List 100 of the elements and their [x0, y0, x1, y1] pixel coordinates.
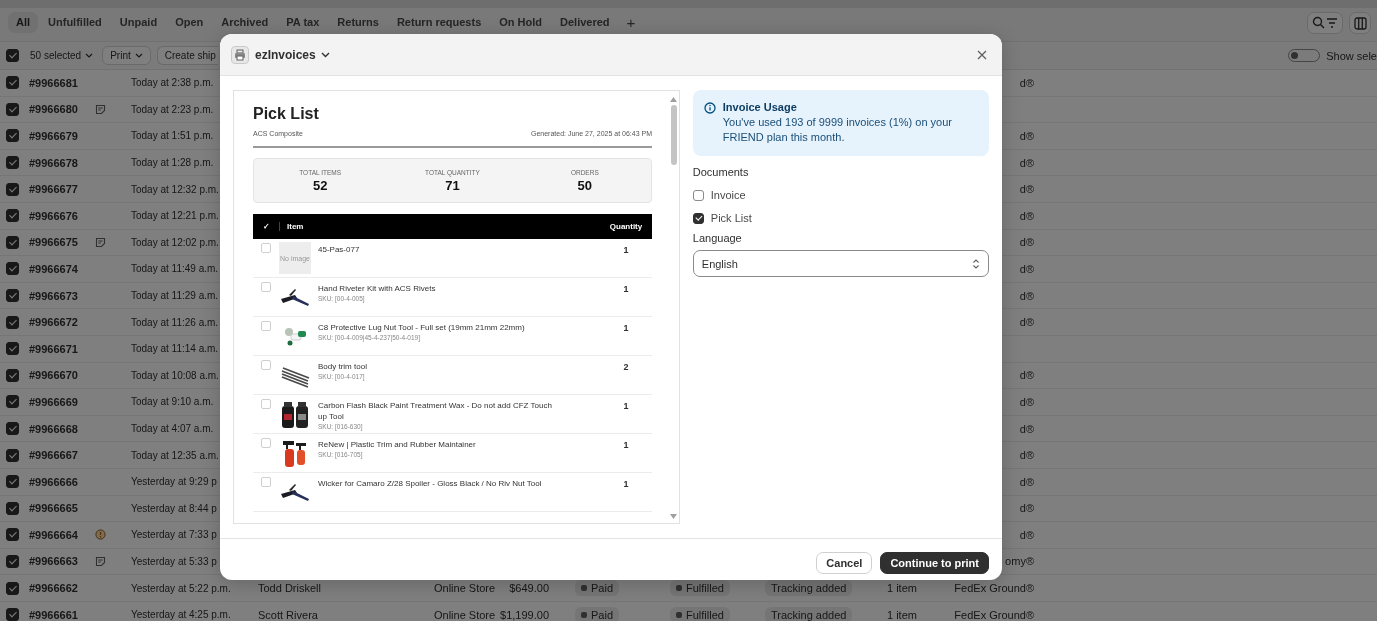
app-switcher[interactable]: ezInvoices	[255, 47, 330, 62]
close-icon[interactable]	[977, 49, 987, 60]
row-checkbox[interactable]	[6, 342, 19, 356]
shipping-method: d®	[1019, 502, 1034, 515]
item-checkbox[interactable]	[261, 360, 271, 370]
row-checkbox[interactable]	[6, 422, 19, 435]
order-number[interactable]: #9966673	[29, 289, 95, 302]
order-date: Yesterday at 5:33 p	[131, 556, 218, 567]
item-checkbox[interactable]	[261, 321, 271, 331]
shipping-method: d®	[1019, 156, 1034, 169]
order-date: Yesterday at 4:25 p.m.	[131, 609, 232, 621]
order-number[interactable]: #9966678	[29, 156, 95, 169]
row-checkbox[interactable]	[6, 368, 19, 382]
row-checkbox[interactable]	[6, 528, 19, 542]
document-checkbox[interactable]: Pick List	[692, 212, 752, 224]
filter-tab[interactable]: PA tax	[278, 12, 328, 33]
filter-tab[interactable]: Unfulfilled	[40, 12, 110, 33]
row-checkbox[interactable]	[6, 581, 19, 595]
row-checkbox[interactable]	[6, 315, 19, 329]
selected-count-dropdown[interactable]: 50 selected	[27, 46, 97, 65]
row-checkbox[interactable]	[6, 129, 19, 143]
stat-value: 52	[312, 177, 328, 193]
order-number[interactable]: #9966669	[29, 395, 95, 408]
order-number[interactable]: #9966676	[29, 209, 95, 222]
item-checkbox[interactable]	[261, 399, 271, 409]
row-checkbox[interactable]	[6, 608, 19, 621]
print-dropdown[interactable]: Print	[102, 46, 151, 65]
filter-tab[interactable]: Unpaid	[111, 12, 166, 33]
item-quantity: 1	[622, 478, 630, 489]
order-number[interactable]: #9966679	[29, 130, 95, 142]
row-checkbox[interactable]	[6, 76, 19, 90]
language-select[interactable]: English	[692, 250, 989, 277]
order-number[interactable]: #9966661	[29, 608, 95, 621]
payment-status-badge: Paid	[575, 606, 620, 621]
select-all-checkbox[interactable]	[6, 49, 19, 62]
filter-tab[interactable]: All	[8, 12, 39, 33]
columns-button[interactable]	[1349, 12, 1371, 34]
order-number[interactable]: #9966674	[29, 262, 95, 275]
order-number[interactable]: #9966672	[29, 316, 95, 329]
order-date: Today at 12:32 p.m.	[131, 183, 220, 195]
order-number[interactable]: #9966670	[29, 369, 95, 382]
order-number[interactable]: #9966671	[29, 342, 95, 355]
filter-tab[interactable]: Open	[167, 12, 212, 33]
row-checkbox[interactable]	[6, 475, 19, 489]
shipping-method: d®	[1019, 289, 1034, 302]
filter-tab[interactable]: Delivered	[552, 12, 618, 33]
order-number[interactable]: #9966675	[29, 236, 95, 249]
order-number[interactable]: #9966677	[29, 183, 95, 196]
add-tab-button[interactable]: +	[619, 16, 643, 29]
caret-icon	[320, 51, 330, 58]
filter-tab[interactable]: Returns	[329, 12, 387, 33]
item-checkbox[interactable]	[261, 243, 271, 253]
item-name: Wicker for Camaro Z/28 Spoiler - Gloss Black / No Riv Nut Tool	[318, 478, 543, 489]
order-date: Yesterday at 7:33 p	[131, 529, 218, 541]
order-number[interactable]: #9966668	[29, 422, 95, 435]
row-checkbox[interactable]	[6, 209, 19, 223]
order-number[interactable]: #9966666	[29, 475, 95, 488]
shipping-method: d®	[1019, 449, 1034, 462]
filter-tab[interactable]: Return requests	[388, 12, 490, 33]
row-checkbox[interactable]	[6, 555, 19, 568]
item-checkbox[interactable]	[261, 477, 271, 487]
order-number[interactable]: #9966662	[29, 582, 95, 595]
order-number[interactable]: #9966664	[29, 528, 95, 541]
item-checkbox[interactable]	[261, 438, 271, 448]
order-number[interactable]: #9966680	[29, 103, 95, 116]
row-checkbox[interactable]	[6, 501, 19, 515]
order-date: Today at 11:29 a.m.	[131, 290, 220, 302]
continue-to-print-button[interactable]: Continue to print	[880, 552, 989, 574]
row-checkbox[interactable]	[6, 395, 19, 409]
language-label: Language	[692, 232, 743, 244]
order-number[interactable]: #9966665	[29, 502, 95, 515]
order-number[interactable]: #9966681	[29, 76, 95, 89]
item-quantity: 1	[622, 322, 630, 333]
cancel-button[interactable]: Cancel	[816, 552, 873, 574]
row-checkbox[interactable]	[6, 182, 19, 196]
item-checkbox[interactable]	[261, 282, 271, 292]
item-name: Hand Riveter Kit with ACS Rivets	[318, 283, 437, 294]
row-checkbox[interactable]	[6, 262, 19, 276]
order-number[interactable]: #9966667	[29, 449, 95, 462]
filter-tab[interactable]: Archived	[213, 12, 277, 33]
shipping-method: FedEx Ground®	[954, 582, 1034, 595]
row-checkbox[interactable]	[6, 156, 19, 170]
scrollbar-thumb[interactable]	[670, 105, 677, 165]
alert-icon	[95, 529, 106, 541]
item-quantity: 1	[622, 439, 630, 450]
caret-icon	[134, 53, 143, 58]
row-checkbox[interactable]	[6, 235, 19, 249]
filter-tab[interactable]: On Hold	[491, 12, 551, 33]
row-checkbox[interactable]	[6, 289, 19, 303]
stat-value: 71	[445, 177, 460, 193]
order-date: Today at 9:10 a.m.	[131, 396, 215, 408]
row-checkbox[interactable]	[6, 448, 19, 462]
row-checkbox[interactable]	[6, 102, 19, 116]
scroll-down-icon[interactable]	[670, 514, 678, 519]
create-shipping-button[interactable]: Create ship	[156, 46, 218, 65]
shipping-method: FedEx Ground®	[954, 608, 1034, 621]
order-date: Today at 4:07 a.m.	[131, 423, 215, 434]
search-filter-button[interactable]	[1307, 12, 1343, 34]
order-number[interactable]: #9966663	[29, 555, 95, 568]
document-checkbox[interactable]: Invoice	[692, 189, 746, 201]
